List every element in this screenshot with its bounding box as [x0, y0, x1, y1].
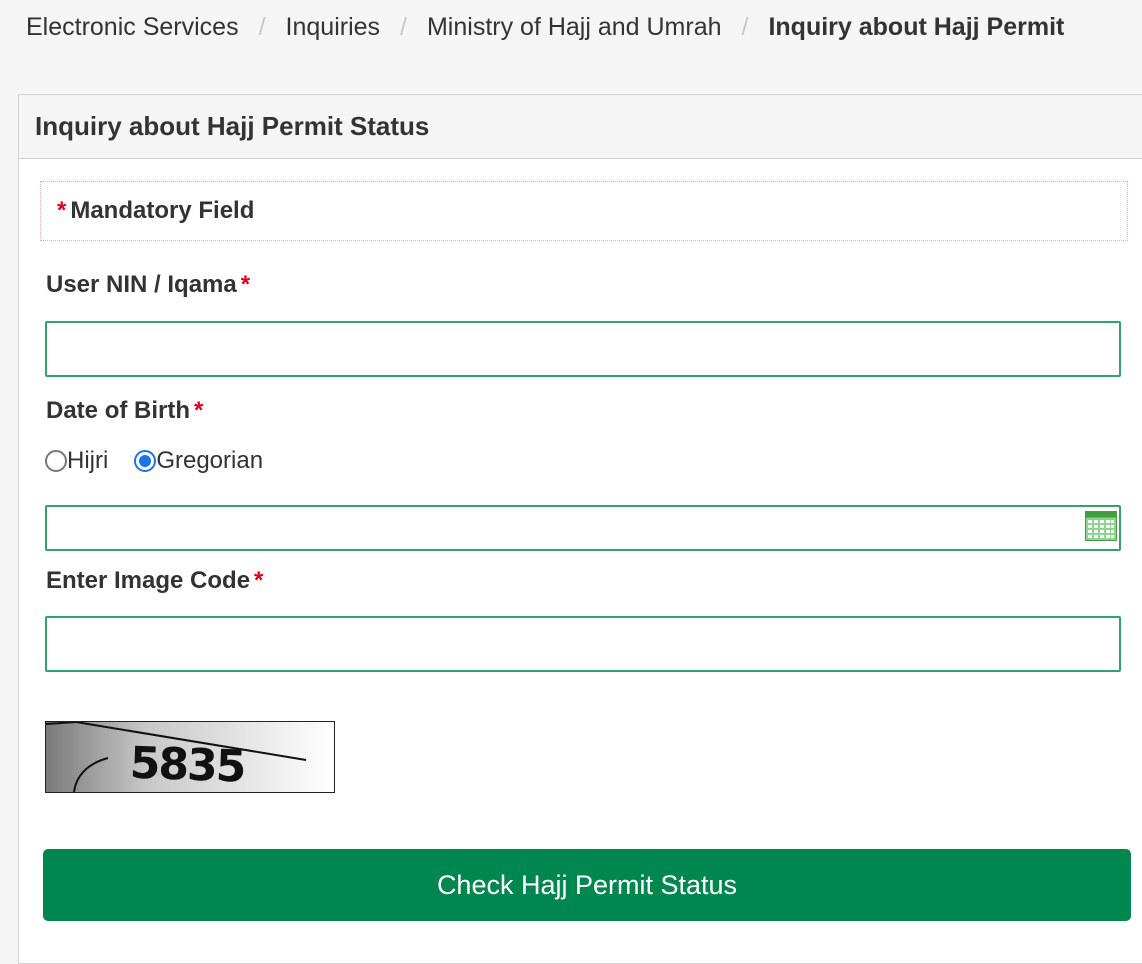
breadcrumb: Electronic Services / Inquiries / Minist… — [26, 10, 1064, 44]
breadcrumb-separator: / — [400, 12, 407, 41]
dob-label-text: Date of Birth — [46, 397, 190, 424]
radio-option-gregorian[interactable]: Gregorian — [134, 447, 263, 475]
nin-input[interactable] — [45, 321, 1121, 377]
image-code-label-text: Enter Image Code — [46, 567, 251, 594]
breadcrumb-item-ministry[interactable]: Ministry of Hajj and Umrah — [427, 13, 722, 42]
dob-input[interactable] — [45, 505, 1121, 551]
radio-gregorian[interactable] — [134, 450, 157, 472]
radio-option-hijri[interactable]: Hijri — [45, 447, 108, 475]
radio-hijri-label[interactable]: Hijri — [67, 447, 108, 475]
dob-field-wrapper — [45, 505, 1121, 551]
inquiry-panel: Inquiry about Hajj Permit Status * Manda… — [18, 94, 1142, 964]
nin-label-text: User NIN / Iqama — [46, 271, 237, 298]
panel-title: Inquiry about Hajj Permit Status — [19, 95, 1142, 159]
dob-label: Date of Birth * — [46, 397, 203, 425]
required-asterisk: * — [57, 197, 67, 224]
check-permit-status-button[interactable]: Check Hajj Permit Status — [43, 849, 1131, 921]
radio-hijri[interactable] — [45, 450, 67, 472]
captcha-text: 5835 — [129, 738, 245, 792]
radio-gregorian-label[interactable]: Gregorian — [156, 447, 263, 475]
breadcrumb-item-electronic-services[interactable]: Electronic Services — [26, 13, 239, 42]
captcha-image: 5835 — [45, 721, 335, 793]
required-asterisk: * — [254, 567, 264, 594]
mandatory-field-text: Mandatory Field — [70, 197, 255, 224]
required-asterisk: * — [240, 271, 251, 298]
breadcrumb-separator: / — [741, 12, 749, 41]
breadcrumb-item-inquiries[interactable]: Inquiries — [286, 13, 381, 42]
image-code-label: Enter Image Code * — [46, 567, 263, 595]
calendar-icon[interactable] — [1085, 511, 1117, 541]
required-asterisk: * — [194, 397, 204, 424]
image-code-input[interactable] — [45, 616, 1121, 672]
breadcrumb-separator: / — [258, 12, 266, 41]
breadcrumb-current: Inquiry about Hajj Permit — [768, 12, 1065, 41]
nin-label: User NIN / Iqama * — [46, 271, 250, 299]
captcha-graphic: 5835 — [46, 722, 334, 792]
mandatory-field-note: * Mandatory Field — [40, 181, 1128, 241]
calendar-type-radio-group: Hijri Gregorian — [45, 445, 289, 477]
